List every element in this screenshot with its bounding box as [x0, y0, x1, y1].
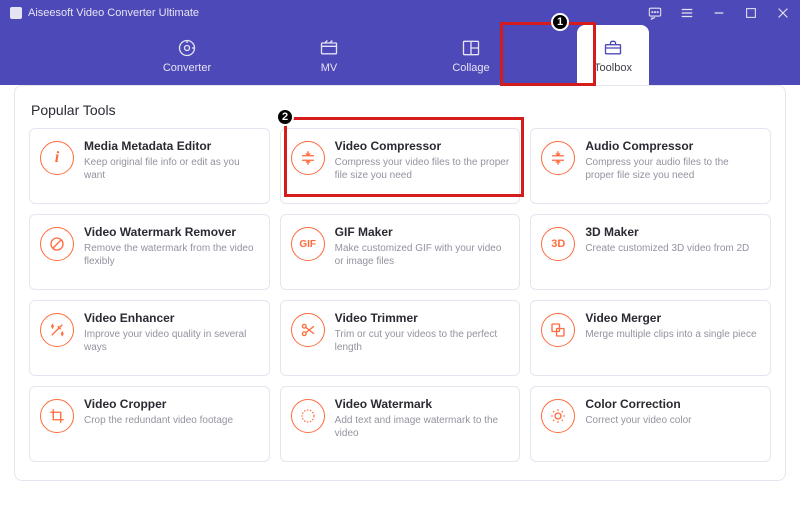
mv-icon — [319, 38, 339, 58]
tool-title: GIF Maker — [335, 225, 510, 239]
nav-mv[interactable]: MV — [293, 25, 365, 85]
converter-icon — [177, 38, 197, 58]
window-controls — [648, 6, 790, 20]
tool-title: Video Merger — [585, 311, 760, 325]
maximize-icon[interactable] — [744, 6, 758, 20]
nav-converter[interactable]: Converter — [151, 25, 223, 85]
remove-watermark-icon — [40, 227, 74, 261]
toolbox-icon — [603, 38, 623, 58]
tool-color-correction[interactable]: Color Correction Correct your video color — [530, 386, 771, 462]
feedback-icon[interactable] — [648, 6, 662, 20]
merge-icon — [541, 313, 575, 347]
tool-desc: Correct your video color — [585, 414, 760, 427]
compress-icon — [541, 141, 575, 175]
scissors-icon — [291, 313, 325, 347]
tool-video-watermark-remover[interactable]: Video Watermark Remover Remove the waterm… — [29, 214, 270, 290]
tool-desc: Compress your audio files to the proper … — [585, 156, 760, 182]
tool-title: Media Metadata Editor — [84, 139, 259, 153]
tool-desc: Create customized 3D video from 2D — [585, 242, 760, 255]
nav-toolbox-label: Toolbox — [594, 62, 632, 74]
app-logo-icon — [10, 7, 22, 19]
nav-collage-label: Collage — [452, 62, 489, 74]
tool-video-compressor[interactable]: Video Compressor Compress your video file… — [280, 128, 521, 204]
tool-desc: Add text and image watermark to the vide… — [335, 414, 510, 440]
tool-title: Video Compressor — [335, 139, 510, 153]
nav-collage[interactable]: Collage — [435, 25, 507, 85]
tool-video-merger[interactable]: Video Merger Merge multiple clips into a … — [530, 300, 771, 376]
nav-toolbox[interactable]: Toolbox — [577, 25, 649, 85]
tool-video-watermark[interactable]: Video Watermark Add text and image waterm… — [280, 386, 521, 462]
tool-desc: Keep original file info or edit as you w… — [84, 156, 259, 182]
tool-desc: Make customized GIF with your video or i… — [335, 242, 510, 268]
tool-title: Video Cropper — [84, 397, 259, 411]
tool-3d-maker[interactable]: 3D 3D Maker Create customized 3D video fro… — [530, 214, 771, 290]
info-icon: i — [40, 141, 74, 175]
nav-converter-label: Converter — [163, 62, 211, 74]
content-panel: Popular Tools i Media Metadata Editor Keep… — [14, 85, 786, 481]
nav-mv-label: MV — [321, 62, 338, 74]
color-icon — [541, 399, 575, 433]
menu-icon[interactable] — [680, 6, 694, 20]
3d-icon: 3D — [541, 227, 575, 261]
tool-media-metadata-editor[interactable]: i Media Metadata Editor Keep original file… — [29, 128, 270, 204]
tool-desc: Crop the redundant video footage — [84, 414, 259, 427]
tool-audio-compressor[interactable]: Audio Compressor Compress your audio file… — [530, 128, 771, 204]
enhance-icon — [40, 313, 74, 347]
tool-video-cropper[interactable]: Video Cropper Crop the redundant video fo… — [29, 386, 270, 462]
compress-icon — [291, 141, 325, 175]
tool-desc: Merge multiple clips into a single piece — [585, 328, 760, 341]
collage-icon — [461, 38, 481, 58]
tool-gif-maker[interactable]: GIF GIF Maker Make customized GIF with you… — [280, 214, 521, 290]
tool-title: 3D Maker — [585, 225, 760, 239]
watermark-icon — [291, 399, 325, 433]
close-icon[interactable] — [776, 6, 790, 20]
tool-title: Video Enhancer — [84, 311, 259, 325]
crop-icon — [40, 399, 74, 433]
tool-video-trimmer[interactable]: Video Trimmer Trim or cut your videos to … — [280, 300, 521, 376]
tool-video-enhancer[interactable]: Video Enhancer Improve your video quality… — [29, 300, 270, 376]
tool-desc: Trim or cut your videos to the perfect l… — [335, 328, 510, 354]
top-nav: Converter MV Collage Toolbox — [0, 25, 800, 85]
gif-icon: GIF — [291, 227, 325, 261]
tool-desc: Improve your video quality in several wa… — [84, 328, 259, 354]
tool-title: Video Watermark — [335, 397, 510, 411]
app-title: Aiseesoft Video Converter Ultimate — [28, 7, 199, 19]
tool-title: Audio Compressor — [585, 139, 760, 153]
tool-title: Color Correction — [585, 397, 760, 411]
section-title: Popular Tools — [31, 102, 769, 118]
tool-title: Video Trimmer — [335, 311, 510, 325]
minimize-icon[interactable] — [712, 6, 726, 20]
annotation-badge-2: 2 — [276, 108, 294, 126]
titlebar: Aiseesoft Video Converter Ultimate — [0, 0, 800, 25]
tool-desc: Remove the watermark from the video flex… — [84, 242, 259, 268]
tool-desc: Compress your video files to the proper … — [335, 156, 510, 182]
tools-grid: i Media Metadata Editor Keep original file… — [29, 128, 771, 462]
annotation-badge-1: 1 — [551, 13, 569, 31]
tool-title: Video Watermark Remover — [84, 225, 259, 239]
